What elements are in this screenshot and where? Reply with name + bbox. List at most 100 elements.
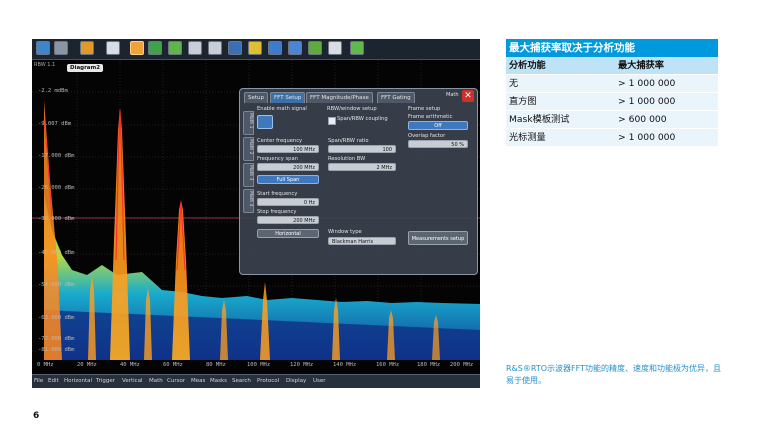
freq-label: 200 MHz [450, 362, 474, 368]
dialog-title: Math [446, 92, 459, 98]
protocol-icon[interactable] [308, 41, 322, 55]
center-frequency-label: Center frequency [257, 138, 303, 144]
freq-label: 160 MHz [376, 362, 400, 368]
menu-protocol[interactable]: Protocol [257, 378, 279, 384]
db-label: -17.000 dBm [38, 153, 75, 159]
page-number: 6 [33, 411, 40, 421]
freq-label: 40 MHz [120, 362, 140, 368]
math-dialog: Setup FFT Setup FFT Magnitude/Phase FFT … [239, 88, 478, 275]
histogram-icon[interactable] [228, 41, 242, 55]
freq-label: 140 MHz [333, 362, 357, 368]
freq-label: 0 MHz [37, 362, 54, 368]
window-type-label: Window type [328, 229, 362, 235]
side-tab-math1[interactable]: Math 1 [243, 111, 254, 135]
db-label: -72.000 dBm [38, 336, 75, 342]
table-row: 直方图 > 1 000 000 [506, 93, 718, 111]
tab-fft-setup[interactable]: FFT Setup [270, 92, 306, 103]
start-frequency-field[interactable]: 0 Hz [257, 198, 319, 206]
frame-arithmetic-select[interactable]: Off [408, 121, 468, 130]
side-tab-label: Math 2 [248, 139, 253, 155]
frame-arithmetic-label: Frame arithmetic [408, 114, 453, 120]
math-icon[interactable] [268, 41, 282, 55]
horizontal-button[interactable]: Horizontal [257, 229, 319, 238]
menu-display[interactable]: Display [286, 378, 306, 384]
redo-icon[interactable] [54, 41, 68, 55]
diagram-corner-text: RBW 1.1 [34, 62, 56, 68]
overlap-factor-label: Overlap factor [408, 133, 446, 139]
cut-icon[interactable] [328, 41, 342, 55]
menu-trigger[interactable]: Trigger [96, 378, 115, 384]
full-span-button[interactable]: Full Span [257, 175, 319, 184]
table-cell: 直方图 [509, 96, 537, 107]
table-title: 最大捕获率取决于分析功能 [506, 39, 718, 57]
frequency-span-field[interactable]: 200 MHz [257, 163, 319, 171]
table-cell: Mask模板测试 [509, 114, 570, 125]
span-rbw-coupling-label: Span/RBW coupling [337, 116, 388, 122]
table-cell: 无 [509, 78, 519, 89]
table-cell: > 600 000 [618, 114, 667, 125]
db-label: -63.000 dBm [38, 315, 75, 321]
diagram-label[interactable]: Diagram2 [67, 64, 104, 72]
freq-label: 120 MHz [290, 362, 314, 368]
menu-user[interactable]: User [313, 378, 326, 384]
stop-frequency-field[interactable]: 200 MHz [257, 216, 319, 224]
table-row: Mask模板测试 > 600 000 [506, 111, 718, 129]
spectrum-plot[interactable]: RBW 1.1 Diagram2 -2.2 mdBm -9.007 dBm -1… [32, 60, 480, 374]
save-icon[interactable] [350, 41, 364, 55]
side-tab-math3[interactable]: Math 3 [243, 163, 254, 187]
scope-menubar: File Edit Horizontal Trigger Vertical Ma… [32, 374, 480, 388]
capture-rate-table: 最大捕获率取决于分析功能 分析功能 最大捕获率 无 > 1 000 000 直方… [506, 39, 718, 147]
enable-math-toggle[interactable] [257, 115, 273, 129]
menu-search[interactable]: Search [232, 378, 251, 384]
side-tab-label: Math 1 [248, 113, 253, 129]
center-frequency-field[interactable]: 100 MHz [257, 145, 319, 153]
resolution-bw-label: Resolution BW [328, 156, 366, 162]
touch-icon[interactable] [130, 41, 144, 55]
db-label: -54.000 dBm [38, 282, 75, 288]
table-row: 光标测量 > 1 000 000 [506, 129, 718, 147]
side-tab-math2[interactable]: Math 2 [243, 137, 254, 161]
freq-label: 100 MHz [247, 362, 271, 368]
scope-screenshot: RBW 1.1 Diagram2 -2.2 mdBm -9.007 dBm -1… [32, 39, 480, 388]
menu-edit[interactable]: Edit [48, 378, 59, 384]
overlap-factor-field[interactable]: 50 % [408, 140, 468, 148]
freq-label: 20 MHz [77, 362, 97, 368]
start-frequency-label: Start frequency [257, 191, 298, 197]
undo-icon[interactable] [36, 41, 50, 55]
tab-fft-gating[interactable]: FFT Gating [377, 92, 415, 103]
resolution-bw-field[interactable]: 2 MHz [328, 163, 396, 171]
tab-fft-magnitude-phase[interactable]: FFT Magnitude/Phase [306, 92, 373, 103]
measure-icon[interactable] [208, 41, 222, 55]
window-type-select[interactable]: Blackman Harris [328, 237, 396, 245]
side-tab-label: Math 4 [248, 191, 253, 207]
autoset-icon[interactable] [80, 41, 94, 55]
span-rbw-ratio-field[interactable]: 100 [328, 145, 396, 153]
tab-setup[interactable]: Setup [244, 92, 269, 103]
menu-file[interactable]: File [34, 378, 43, 384]
db-label: -9.007 dBm [38, 121, 72, 127]
close-icon[interactable]: ✕ [462, 90, 474, 102]
span-rbw-coupling-checkbox[interactable] [328, 117, 336, 125]
db-label: -2.2 mdBm [38, 88, 68, 94]
menu-vertical[interactable]: Vertical [122, 378, 143, 384]
search-icon[interactable] [288, 41, 302, 55]
table-header-cell: 分析功能 [509, 60, 546, 71]
menu-math[interactable]: Math [149, 378, 163, 384]
table-header-row: 分析功能 最大捕获率 [506, 57, 718, 75]
frequency-span-label: Frequency span [257, 156, 298, 162]
measurements-setup-button[interactable]: Measurements setup [408, 231, 468, 245]
menu-masks[interactable]: Masks [210, 378, 227, 384]
run-icon[interactable] [148, 41, 162, 55]
menu-horizontal[interactable]: Horizontal [64, 378, 92, 384]
side-tab-math4[interactable]: Math 4 [243, 189, 254, 213]
main-peak [110, 108, 130, 360]
mask-icon[interactable] [248, 41, 262, 55]
db-label: -45.000 dBm [38, 250, 75, 256]
enable-math-label: Enable math signal [257, 106, 307, 112]
freq-label: 80 MHz [206, 362, 226, 368]
menu-cursor[interactable]: Cursor [167, 378, 185, 384]
zoom-icon[interactable] [168, 41, 182, 55]
menu-meas[interactable]: Meas [191, 378, 205, 384]
display-icon[interactable] [106, 41, 120, 55]
cursor-icon[interactable] [188, 41, 202, 55]
